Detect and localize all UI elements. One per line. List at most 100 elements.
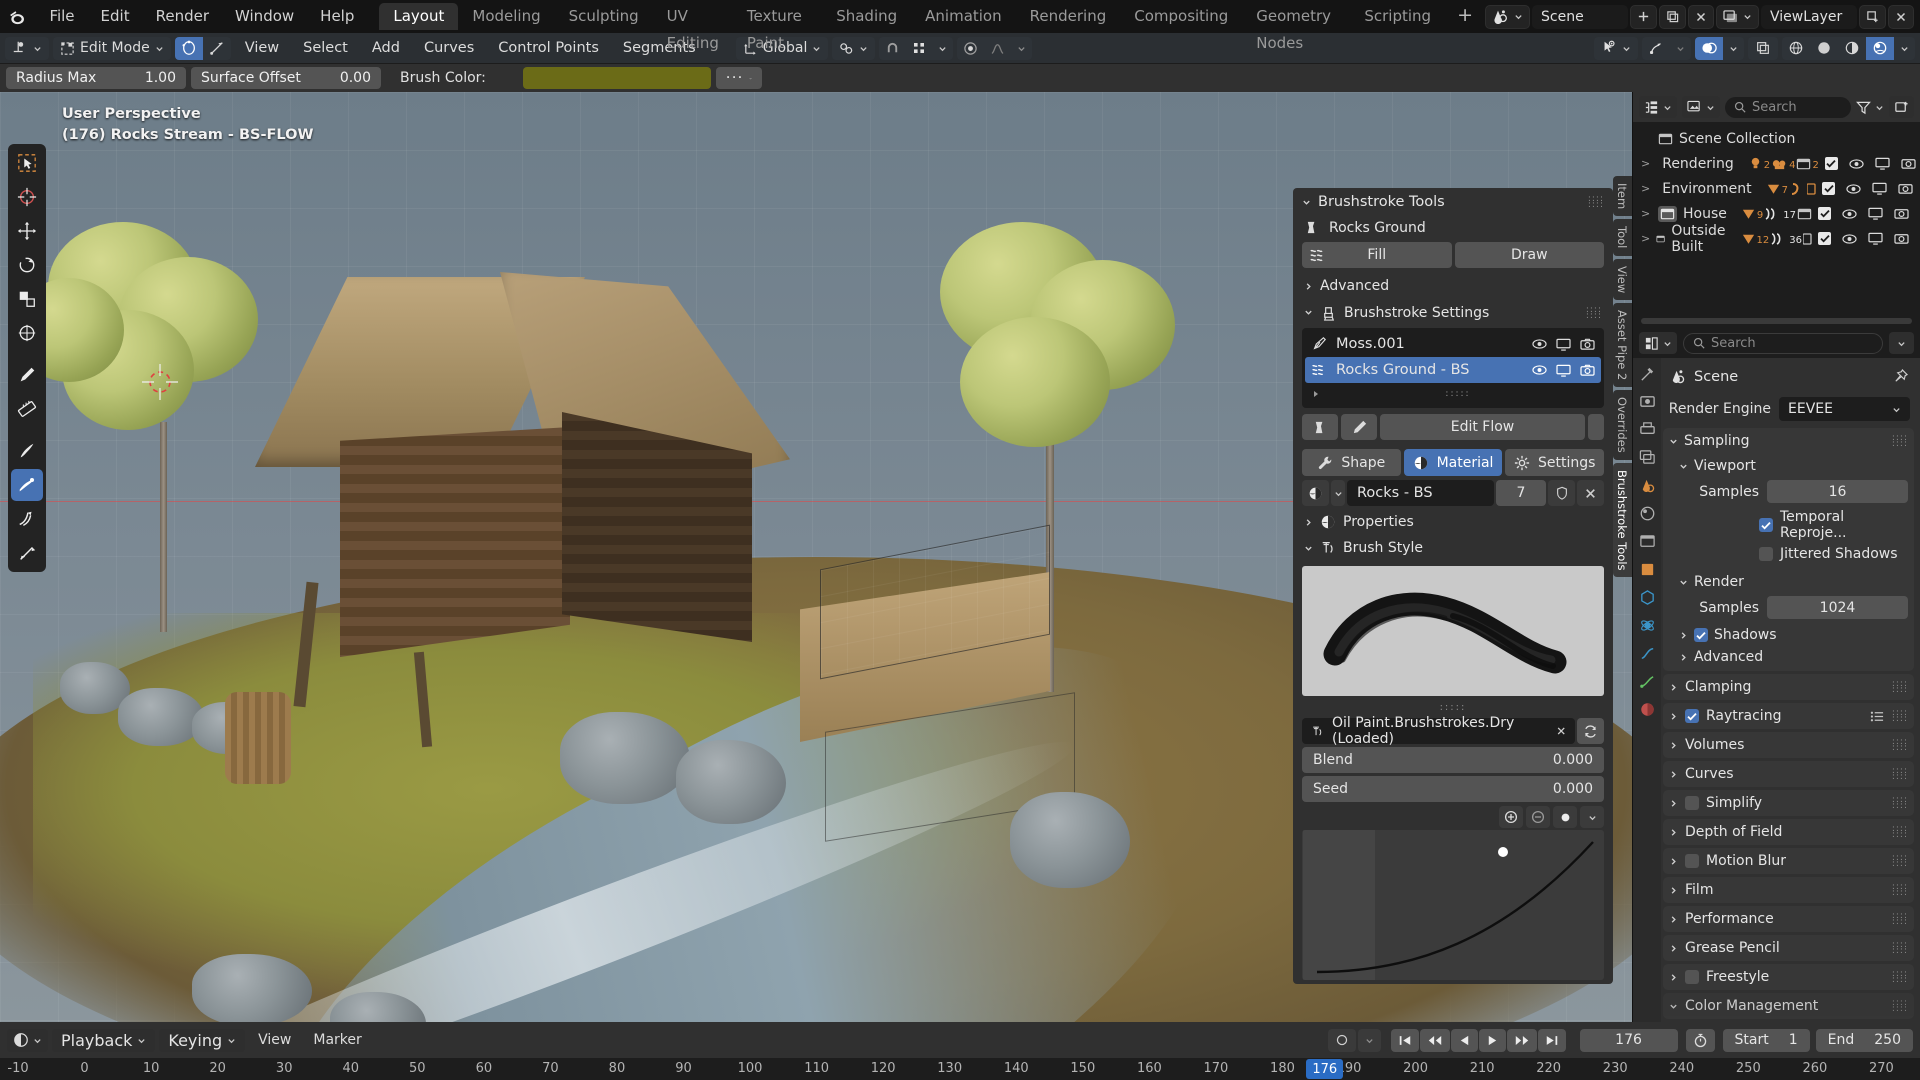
viewport-subpanel-header[interactable]: Viewport bbox=[1663, 454, 1914, 478]
collection-tab-icon[interactable] bbox=[1639, 533, 1656, 550]
brush-style-header[interactable]: Brush Style bbox=[1293, 535, 1613, 561]
properties-options-button[interactable] bbox=[1889, 332, 1914, 354]
sidebar-tab-item[interactable]: Item bbox=[1613, 176, 1632, 217]
settings-grip-icon[interactable]: :::::::: bbox=[1586, 305, 1602, 320]
3d-viewport[interactable]: User Perspective (176) Rocks Stream - BS… bbox=[0, 92, 1632, 1022]
section-raytracing[interactable]: Raytracing :::::::: bbox=[1663, 703, 1914, 729]
panel-grip-icon[interactable]: :::::::: bbox=[1892, 825, 1908, 840]
panel-grip-icon[interactable]: :::::::: bbox=[1588, 195, 1604, 210]
render-tab-icon[interactable] bbox=[1639, 393, 1656, 410]
camera-icon[interactable] bbox=[1580, 364, 1595, 377]
render-engine-dropdown[interactable]: EEVEE bbox=[1779, 397, 1910, 421]
temporal-reprojection-row[interactable]: Temporal Reproje... bbox=[1663, 507, 1914, 544]
curve-zoom-out-button[interactable] bbox=[1526, 806, 1550, 828]
monitor-icon[interactable] bbox=[1556, 338, 1571, 351]
viewport-menu-add[interactable]: Add bbox=[362, 37, 410, 60]
expand-triangle-icon[interactable] bbox=[1311, 389, 1321, 399]
move-tool-icon[interactable] bbox=[11, 215, 43, 247]
tab-texture-paint[interactable]: Texture Paint bbox=[733, 3, 822, 52]
timeline-menu-view[interactable]: View bbox=[249, 1029, 300, 1052]
select-segment-button[interactable] bbox=[203, 37, 231, 60]
section-depth-of-field[interactable]: Depth of Field :::::::: bbox=[1663, 819, 1914, 845]
eye-icon[interactable] bbox=[1842, 208, 1857, 220]
radius-max-field[interactable]: Radius Max 1.00 bbox=[6, 67, 186, 89]
curve-point-button[interactable] bbox=[1553, 806, 1577, 828]
tab-settings[interactable]: Settings bbox=[1505, 449, 1605, 476]
section-volumes[interactable]: Volumes :::::::: bbox=[1663, 732, 1914, 758]
xray-toggle-button[interactable] bbox=[1748, 36, 1778, 60]
copy-scene-button[interactable] bbox=[1659, 4, 1686, 29]
checkbox-shadows[interactable] bbox=[1694, 628, 1708, 642]
brushstroke-comb-tool-icon[interactable] bbox=[11, 503, 43, 535]
outliner-row-rendering[interactable]: > Rendering 2 4 2 bbox=[1633, 151, 1920, 176]
brush-color-options-button[interactable]: ··· bbox=[715, 67, 762, 89]
checkbox-motion-blur[interactable] bbox=[1685, 854, 1699, 868]
tab-scripting[interactable]: Scripting bbox=[1350, 3, 1445, 30]
section-curves[interactable]: Curves :::::::: bbox=[1663, 761, 1914, 787]
modifier-tab-icon[interactable] bbox=[1639, 589, 1656, 606]
tab-compositing[interactable]: Compositing bbox=[1120, 3, 1242, 30]
shape-preset-button[interactable] bbox=[1302, 414, 1338, 440]
add-workspace-button[interactable]: + bbox=[1445, 3, 1485, 30]
tab-uv-editing[interactable]: UV Editing bbox=[653, 3, 733, 52]
scene-name-field[interactable]: Scene bbox=[1532, 4, 1628, 29]
viewlayer-tab-icon[interactable] bbox=[1639, 449, 1656, 466]
annotate-tool-icon[interactable] bbox=[11, 359, 43, 391]
outliner-scrollbar[interactable] bbox=[1641, 318, 1912, 324]
checkbox-jittered-shadows[interactable] bbox=[1759, 547, 1773, 561]
expand-arrow-icon[interactable]: > bbox=[1641, 207, 1652, 220]
checkbox-enable[interactable] bbox=[1824, 157, 1838, 170]
proportional-editing-button[interactable] bbox=[957, 37, 984, 60]
viewlayer-name-field[interactable]: ViewLayer bbox=[1761, 4, 1857, 29]
blend-slider[interactable]: Blend 0.000 bbox=[1302, 747, 1604, 773]
shadows-subpanel-header[interactable]: Shadows bbox=[1663, 623, 1914, 647]
tab-rendering[interactable]: Rendering bbox=[1016, 3, 1121, 30]
select-control-point-button[interactable] bbox=[174, 36, 203, 60]
camera-icon[interactable] bbox=[1894, 207, 1909, 220]
render-subpanel-header[interactable]: Render bbox=[1663, 570, 1914, 594]
timeline-ruler[interactable]: -10 0 10 20 30 40 50 60 70 80 90 100 110 120 130 140 150… bbox=[0, 1058, 1920, 1080]
gizmo-toggle-button[interactable] bbox=[1642, 37, 1670, 60]
list-icon[interactable] bbox=[1870, 710, 1885, 723]
panel-grip-icon[interactable]: :::::::: bbox=[1892, 970, 1908, 985]
timeline-playhead[interactable]: 176 bbox=[1306, 1059, 1344, 1079]
playback-menu[interactable]: Playback bbox=[52, 1028, 156, 1052]
expand-arrow-icon[interactable]: > bbox=[1641, 157, 1650, 170]
auto-keying-options-icon[interactable] bbox=[1357, 1028, 1381, 1052]
brushstroke-grow-tool-icon[interactable] bbox=[11, 537, 43, 569]
measure-tool-icon[interactable] bbox=[11, 393, 43, 425]
material-user-count[interactable]: 7 bbox=[1496, 480, 1546, 506]
sidebar-tab-asset-pipe-2[interactable]: Asset Pipe 2 bbox=[1613, 302, 1632, 388]
snap-target-dropdown[interactable] bbox=[832, 36, 876, 60]
checkbox-enable[interactable] bbox=[1822, 182, 1835, 195]
brushstroke-draw-tool-icon[interactable] bbox=[11, 435, 43, 467]
viewport-samples-value[interactable]: 16 bbox=[1767, 480, 1908, 503]
seed-slider[interactable]: Seed 0.000 bbox=[1302, 776, 1604, 802]
world-tab-icon[interactable] bbox=[1639, 505, 1656, 522]
panel-grip-icon[interactable]: :::::::: bbox=[1892, 709, 1908, 724]
panel-grip-icon[interactable]: :::::::: bbox=[1892, 883, 1908, 898]
pin-icon[interactable] bbox=[1893, 369, 1908, 384]
menu-edit[interactable]: Edit bbox=[88, 0, 143, 33]
jump-to-end-button[interactable] bbox=[1537, 1028, 1566, 1052]
timeline-editor-type-button[interactable] bbox=[7, 1028, 48, 1052]
visibility-dropdown[interactable] bbox=[1594, 36, 1638, 60]
monitor-icon[interactable] bbox=[1872, 182, 1887, 195]
sidebar-tab-view[interactable]: View bbox=[1613, 258, 1632, 300]
list-item-rocks-ground-bs[interactable]: Rocks Ground - BS bbox=[1305, 357, 1601, 383]
new-viewlayer-button[interactable] bbox=[1859, 4, 1886, 29]
panel-grip-icon[interactable]: :::::::: bbox=[1892, 767, 1908, 782]
panel-grip-icon[interactable]: :::::::: bbox=[1892, 738, 1908, 753]
outliner-id-type-button[interactable] bbox=[1682, 96, 1720, 118]
viewport-menu-select[interactable]: Select bbox=[293, 37, 358, 60]
sidebar-tab-overrides[interactable]: Overrides bbox=[1613, 390, 1632, 460]
monitor-icon[interactable] bbox=[1556, 364, 1571, 377]
edit-pencil-button[interactable] bbox=[1341, 414, 1377, 440]
scene-tab-icon[interactable] bbox=[1639, 477, 1656, 494]
wireframe-shading-button[interactable] bbox=[1782, 37, 1810, 60]
frame-start-field[interactable]: Start 1 bbox=[1722, 1028, 1810, 1052]
panel-grip-icon[interactable]: :::::::: bbox=[1892, 796, 1908, 811]
viewlayer-browse-icon[interactable] bbox=[1716, 4, 1759, 29]
checkbox-enable[interactable] bbox=[1818, 232, 1831, 245]
surface-offset-field[interactable]: Surface Offset 0.00 bbox=[191, 67, 381, 89]
